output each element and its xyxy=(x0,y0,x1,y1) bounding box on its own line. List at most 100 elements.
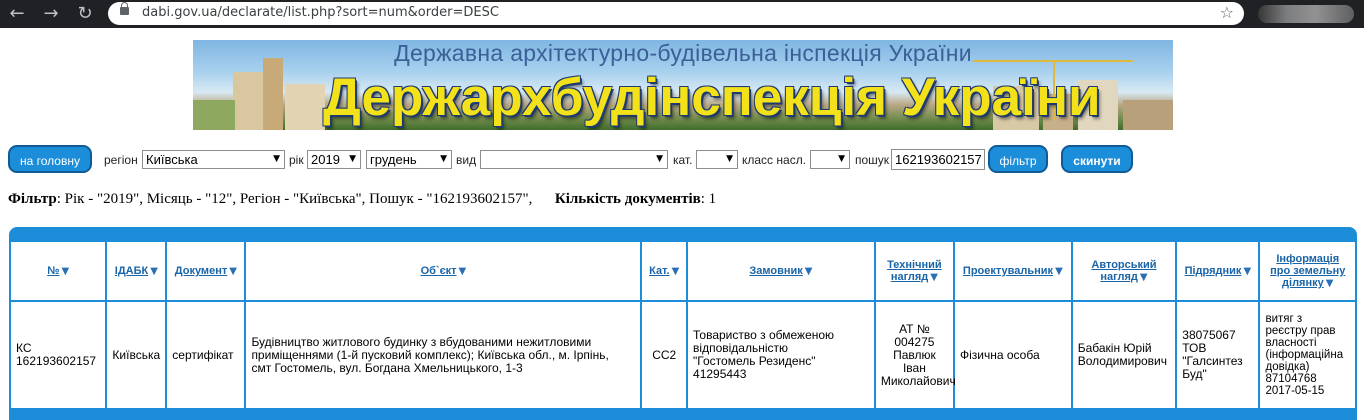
col-header-author-supervision-line2[interactable]: нагляд xyxy=(1100,271,1137,283)
table-header-row: № ▼ ІДАБК ▼ Документ ▼ Об`єкт ▼ Кат. ▼ Замовн… xyxy=(11,242,1355,300)
cell-customer-line: Товариство з обмеженою xyxy=(693,328,835,342)
sort-caret-icon[interactable]: ▼ xyxy=(930,272,938,283)
cell-land-info-line: довідка) xyxy=(1265,361,1310,373)
cell-author-supervision: Бабакін Юрій Володимирович xyxy=(1072,302,1176,408)
col-header-idabk[interactable]: ІДАБК ▼ xyxy=(107,242,166,300)
cell-land-info-line: 2017-05-15 xyxy=(1265,385,1325,397)
col-header-document[interactable]: Документ ▼ xyxy=(167,242,245,300)
lock-icon xyxy=(120,2,129,15)
cell-author-supervision-line: Володимирович xyxy=(1077,354,1168,368)
filter-summary: Фільтр: Рік - "2019", Місяць - "12", Рег… xyxy=(8,191,716,208)
cell-land-info-line: реєстру прав xyxy=(1265,325,1336,337)
col-header-tech-supervision-line1[interactable]: Технічний xyxy=(887,259,942,271)
url-text[interactable]: dabi.gov.ua/declarate/list.php?sort=num&… xyxy=(142,5,499,20)
cell-customer-line: "Гостомель Резиденс" xyxy=(693,354,816,368)
month-select-value: грудень xyxy=(370,152,417,167)
col-header-object[interactable]: Об`єкт ▼ xyxy=(246,242,641,300)
sort-caret-icon[interactable]: ▼ xyxy=(459,266,467,277)
col-header-object-label[interactable]: Об`єкт xyxy=(421,265,457,277)
cell-customer-line: відповідальністю xyxy=(693,341,789,355)
col-header-num-label[interactable]: № xyxy=(47,265,59,277)
col-header-customer-label[interactable]: Замовник xyxy=(749,265,802,277)
col-header-category-label[interactable]: Кат. xyxy=(649,265,669,277)
cell-tech-supervision: АТ № 004275 Павлюк Іван Миколайович xyxy=(875,302,956,408)
sort-caret-icon[interactable]: ▼ xyxy=(1140,272,1148,283)
col-header-idabk-label[interactable]: ІДАБК xyxy=(115,265,148,277)
region-label: регіон xyxy=(104,153,138,167)
home-button[interactable]: на головну xyxy=(8,145,92,173)
col-header-num[interactable]: № ▼ xyxy=(11,242,106,300)
category-label: кат. xyxy=(673,153,693,167)
sort-caret-icon[interactable]: ▼ xyxy=(805,266,813,277)
cell-document: сертифікат xyxy=(167,302,245,408)
col-header-designer-label[interactable]: Проектувальник xyxy=(963,265,1053,277)
back-icon[interactable]: ← xyxy=(6,3,28,25)
star-icon[interactable]: ☆ xyxy=(1220,3,1234,22)
col-header-author-supervision[interactable]: Авторський нагляд ▼ xyxy=(1072,242,1176,300)
document-count-label: Кількість документів xyxy=(554,191,701,207)
forward-icon[interactable]: → xyxy=(40,3,62,25)
sort-caret-icon[interactable]: ▼ xyxy=(150,266,158,277)
col-header-land-info-line3[interactable]: ділянку xyxy=(1282,277,1324,289)
chevron-down-icon: ▼ xyxy=(656,154,663,164)
cell-tech-supervision-line: Павлюк Іван xyxy=(893,347,936,375)
col-header-tech-supervision[interactable]: Технічний нагляд ▼ xyxy=(875,242,953,300)
table-row: КС 162193602157 Київська сертифікат Будів… xyxy=(11,302,1355,408)
cell-author-supervision-line: Бабакін Юрій xyxy=(1077,341,1152,355)
type-select[interactable]: ▼ xyxy=(480,150,668,169)
region-select[interactable]: Київська ▼ xyxy=(142,150,285,169)
document-count-value: : 1 xyxy=(700,191,717,207)
col-header-tech-supervision-line2[interactable]: нагляд xyxy=(891,271,928,283)
cell-contractor-line: Буд" xyxy=(1182,367,1207,381)
cell-object-line: приміщеннями (1-й пусковий комплекс); Ки… xyxy=(251,347,609,362)
col-header-land-info-line2[interactable]: про земельну xyxy=(1270,265,1345,277)
col-header-category[interactable]: Кат. ▼ xyxy=(642,242,687,300)
col-header-designer[interactable]: Проектувальник ▼ xyxy=(954,242,1071,300)
search-input[interactable]: 162193602157 xyxy=(891,149,985,170)
filter-button[interactable]: фільтр xyxy=(988,145,1048,173)
col-header-customer[interactable]: Замовник ▼ xyxy=(688,242,874,300)
col-header-document-label[interactable]: Документ xyxy=(175,265,227,277)
cell-land-info-line: (інформаційна xyxy=(1265,349,1344,361)
browser-toolbar: ← → ↻ dabi.gov.ua/declarate/list.php?sor… xyxy=(0,0,1364,28)
cell-contractor-line: "Галсинтез xyxy=(1182,354,1243,368)
sort-caret-icon[interactable]: ▼ xyxy=(1055,266,1063,277)
cell-contractor-line: 38075067 xyxy=(1182,328,1236,342)
reload-icon[interactable]: ↻ xyxy=(74,3,96,25)
type-label: вид xyxy=(456,153,477,167)
col-header-land-info-line1[interactable]: Інформація xyxy=(1276,253,1339,265)
cell-land-info: витяг з реєстру прав власності (інформаційн… xyxy=(1260,302,1355,408)
cell-num-line: 162193602157 xyxy=(16,354,97,368)
cell-num: КС 162193602157 xyxy=(11,302,106,408)
filter-summary-text: : Рік - "2019", Місяць - "12", Регіон - … xyxy=(56,191,533,207)
reset-button[interactable]: скинути xyxy=(1061,145,1133,173)
table-bottom-bar xyxy=(9,410,1357,420)
search-label: пошук xyxy=(855,153,890,167)
sort-caret-icon[interactable]: ▼ xyxy=(229,266,237,277)
year-label: рік xyxy=(289,153,304,167)
cell-tech-supervision-line: Миколайович xyxy=(880,373,956,388)
address-bar[interactable]: dabi.gov.ua/declarate/list.php?sort=num&… xyxy=(108,2,1244,25)
chevron-down-icon: ▼ xyxy=(440,154,447,164)
cell-customer-line: 41295443 xyxy=(693,367,747,381)
category-select[interactable]: ▼ xyxy=(696,150,738,169)
year-select[interactable]: 2019 ▼ xyxy=(307,150,361,169)
col-header-contractor[interactable]: Підрядник ▼ xyxy=(1177,242,1259,300)
extensions-area xyxy=(1258,5,1354,23)
filter-summary-label: Фільтр xyxy=(8,191,57,207)
month-select[interactable]: грудень ▼ xyxy=(366,150,452,169)
sort-caret-icon[interactable]: ▼ xyxy=(61,266,69,277)
class-label: класс насл. xyxy=(742,153,807,167)
col-header-land-info[interactable]: Інформація про земельну ділянку ▼ xyxy=(1260,242,1355,300)
sort-caret-icon[interactable]: ▼ xyxy=(1243,266,1251,277)
cell-idabk: Київська xyxy=(107,302,166,408)
class-select[interactable]: ▼ xyxy=(810,150,850,169)
cell-object-line: Будівництво житлового будинку з вбудован… xyxy=(251,334,592,349)
col-header-contractor-label[interactable]: Підрядник xyxy=(1185,265,1242,277)
chevron-down-icon: ▼ xyxy=(726,154,733,164)
year-select-value: 2019 xyxy=(311,152,340,167)
col-header-author-supervision-line1[interactable]: Авторський xyxy=(1091,259,1156,271)
sort-caret-icon[interactable]: ▼ xyxy=(1326,278,1334,289)
sort-caret-icon[interactable]: ▼ xyxy=(672,266,680,277)
chevron-down-icon: ▼ xyxy=(273,154,280,164)
